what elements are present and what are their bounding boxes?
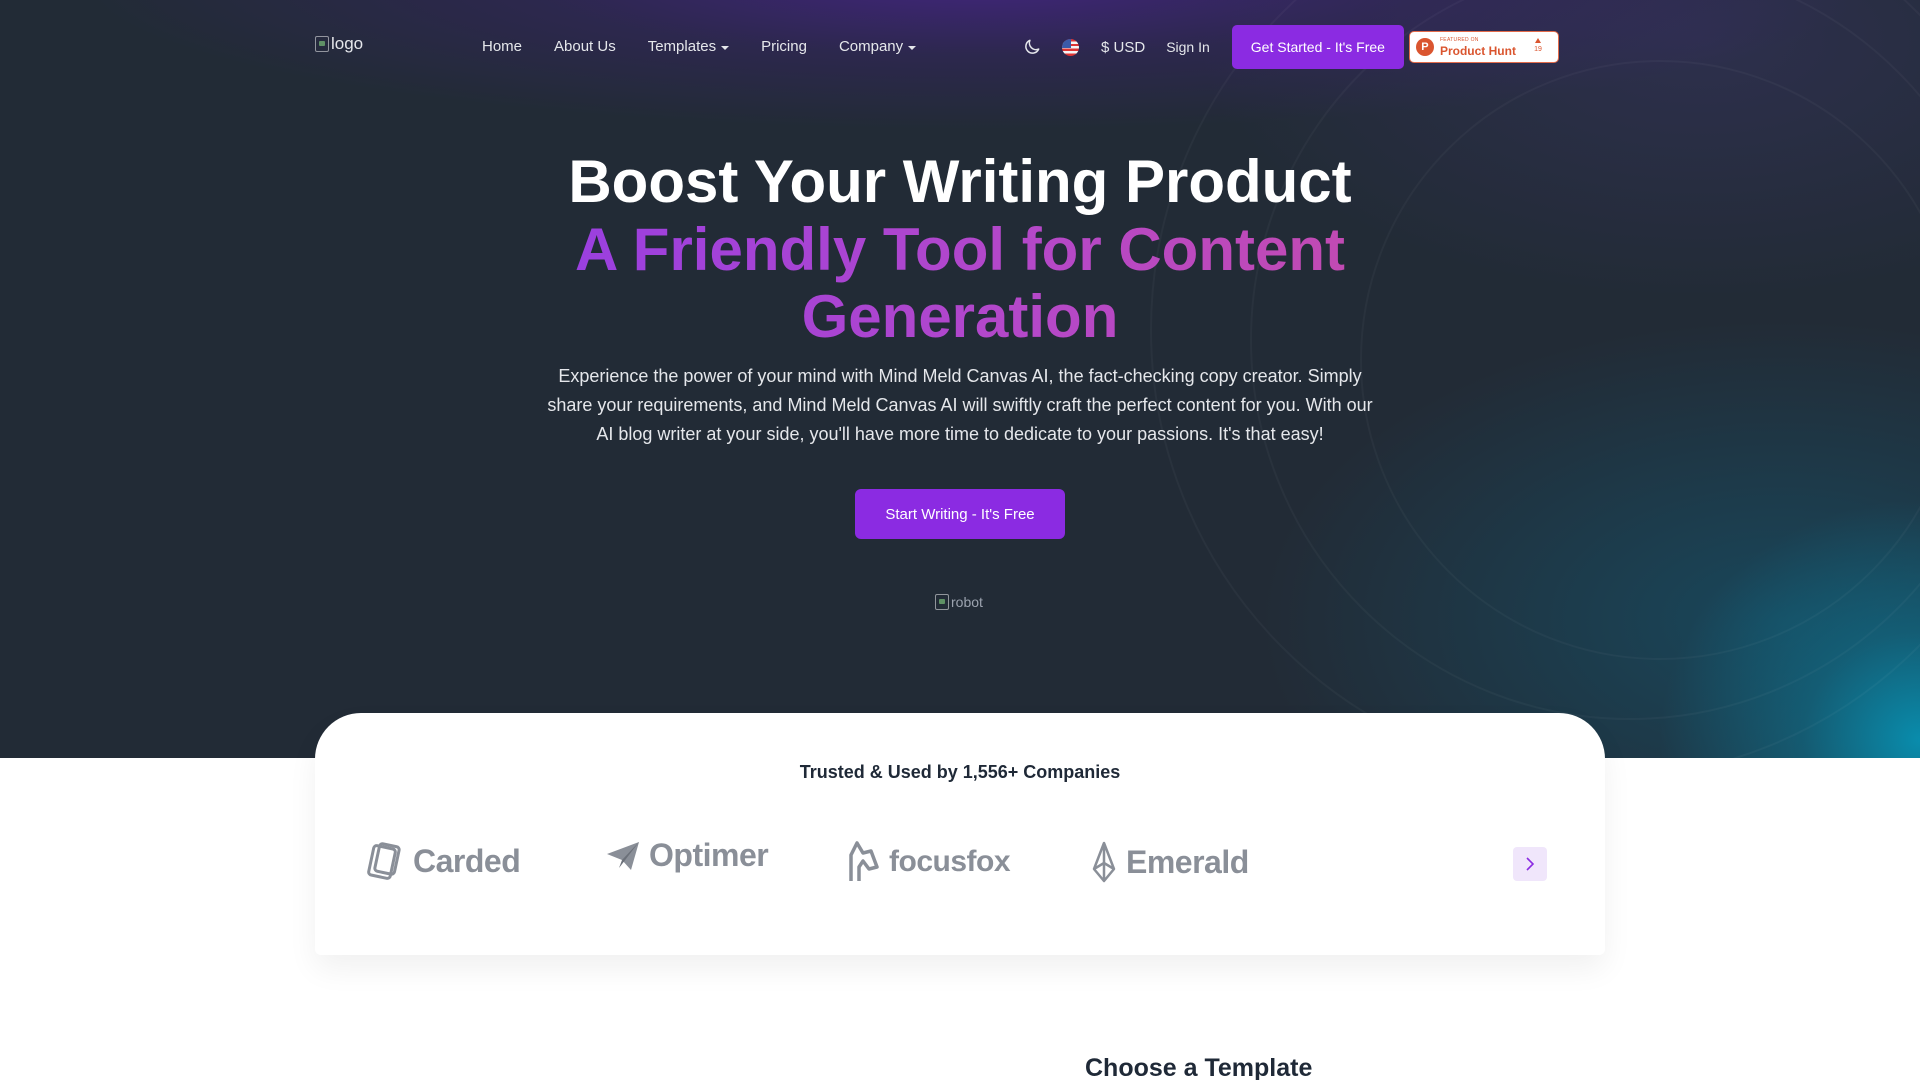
nav-home[interactable]: Home bbox=[482, 38, 522, 55]
carded-logo-icon bbox=[367, 842, 401, 880]
get-started-button[interactable]: Get Started - It's Free bbox=[1231, 25, 1404, 69]
caret-down-icon bbox=[721, 45, 730, 50]
nav-label: Templates bbox=[647, 38, 717, 55]
choose-template-title: Choose a Template bbox=[1085, 1054, 1313, 1080]
ph-name-label: Product Hunt bbox=[1439, 43, 1516, 58]
carousel-next-button[interactable] bbox=[1513, 847, 1547, 881]
trusted-title: Trusted & Used by 1,556+ Companies bbox=[799, 762, 1121, 782]
hero-description: Experience the power of your mind with M… bbox=[547, 366, 1373, 444]
trusted-companies-card: Trusted & Used by 1,556+ Companies Carde… bbox=[315, 713, 1605, 955]
product-hunt-text: FEATURED ON Product Hunt bbox=[1439, 36, 1516, 58]
company-name: Carded bbox=[413, 842, 521, 879]
us-flag-icon[interactable] bbox=[1062, 38, 1079, 56]
nav-label: Company bbox=[838, 38, 904, 55]
company-logo-carded: Carded bbox=[365, 841, 521, 881]
sign-in-link[interactable]: Sign In bbox=[1166, 39, 1210, 55]
ph-featured-label: FEATURED ON bbox=[1439, 36, 1479, 43]
company-logo-focusfox: focusfox bbox=[845, 841, 1011, 883]
site-logo[interactable]: logo bbox=[315, 34, 363, 54]
upvote-arrow-icon bbox=[1535, 38, 1542, 43]
paper-plane-icon bbox=[607, 841, 639, 870]
main-nav: Home About Us Templates Pricing Company bbox=[482, 38, 948, 55]
broken-image-icon bbox=[315, 36, 329, 52]
company-logo-optimer: Optimer bbox=[605, 837, 769, 874]
logo-alt-text: logo bbox=[331, 34, 364, 53]
product-hunt-badge[interactable]: P FEATURED ON Product Hunt 19 bbox=[1408, 31, 1559, 63]
company-logo-emerald: Emerald bbox=[1090, 841, 1249, 883]
moon-icon[interactable] bbox=[1022, 37, 1042, 57]
robot-alt-text: robot bbox=[951, 594, 983, 610]
start-writing-button[interactable]: Start Writing - It's Free bbox=[855, 489, 1065, 539]
nav-label: Home bbox=[482, 38, 523, 55]
ph-vote: 19 bbox=[1534, 38, 1542, 53]
product-hunt-logo-icon: P bbox=[1415, 38, 1434, 56]
nav-label: Pricing bbox=[761, 38, 807, 55]
hero-section: logo Home About Us Templates Pricing Com… bbox=[0, 0, 1920, 758]
nav-pricing[interactable]: Pricing bbox=[761, 38, 807, 55]
company-name: Optimer bbox=[649, 837, 769, 873]
hero-subtitle-gradient: A Friendly Tool for Content Generation bbox=[560, 216, 1360, 350]
ph-vote-count: 19 bbox=[1534, 46, 1542, 53]
nav-templates[interactable]: Templates bbox=[647, 38, 730, 55]
nav-company[interactable]: Company bbox=[838, 38, 917, 55]
nav-label: About Us bbox=[554, 38, 616, 55]
nav-about-us[interactable]: About Us bbox=[554, 38, 616, 55]
gem-logo-icon bbox=[1092, 841, 1116, 883]
broken-image-icon bbox=[935, 594, 949, 610]
header-tools: $ USD Sign In Get Started - It's Free P … bbox=[1020, 24, 1559, 70]
hero-title: Boost Your Writing Product bbox=[568, 148, 1352, 215]
fox-logo-icon bbox=[849, 841, 879, 881]
currency-selector[interactable]: $ USD bbox=[1101, 39, 1145, 56]
robot-image: robot bbox=[935, 594, 983, 610]
caret-down-icon bbox=[908, 45, 917, 50]
company-name: Emerald bbox=[1126, 843, 1249, 880]
company-name: focusfox bbox=[889, 845, 1011, 878]
chevron-right-icon bbox=[1526, 857, 1535, 871]
